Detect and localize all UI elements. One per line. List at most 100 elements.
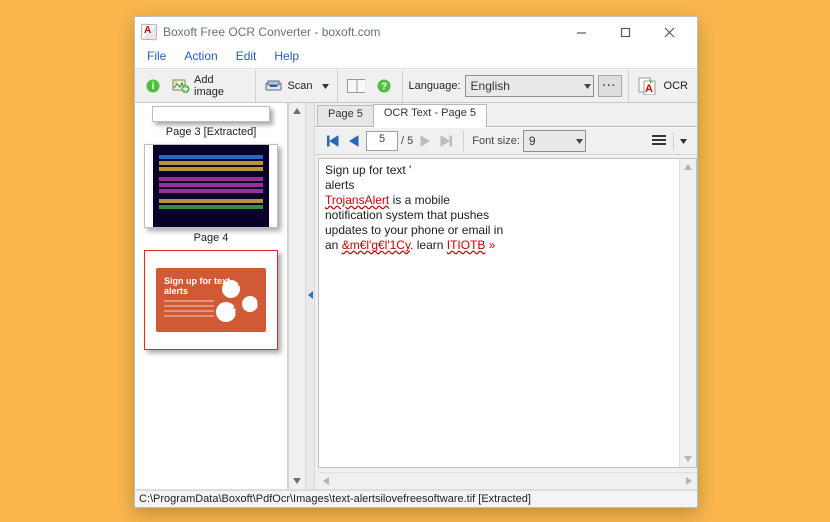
scroll-up-button[interactable]: [289, 103, 305, 119]
ocr-l6c: . learn: [410, 238, 447, 252]
menu-edit[interactable]: Edit: [228, 47, 265, 66]
panel-icon: [347, 77, 365, 95]
ocr-text-box: Sign up for text ' alerts TrojansAlert i…: [318, 158, 697, 468]
prev-icon: [349, 135, 359, 147]
maximize-button[interactable]: [603, 18, 647, 46]
toolbar-group-scan: Scan: [256, 70, 337, 102]
tab-ocr-text[interactable]: OCR Text - Page 5: [373, 104, 487, 127]
page-input[interactable]: 5: [366, 131, 398, 151]
tab-strip: Page 5 OCR Text - Page 5: [315, 103, 697, 127]
chevron-down-icon: [570, 135, 583, 147]
ocr-scrollbar[interactable]: [679, 159, 696, 467]
svg-text:?: ?: [380, 82, 386, 93]
minimize-button[interactable]: [559, 18, 603, 46]
ocr-l6b: &m€l'g€l'1Cy: [342, 238, 410, 252]
main-toolbar: i Add image: [135, 69, 697, 103]
align-icon: [652, 135, 666, 147]
prev-page-button[interactable]: [345, 132, 363, 150]
next-page-button[interactable]: [416, 132, 434, 150]
toolbar-group-image: i Add image: [135, 70, 256, 102]
thumbnail-list[interactable]: Page 3 [Extracted] Page 4 Sign up for te…: [135, 103, 287, 489]
scan-button[interactable]: Scan: [262, 74, 315, 98]
scanner-icon: [265, 77, 283, 95]
ocr-text-area[interactable]: Sign up for text ' alerts TrojansAlert i…: [319, 159, 679, 467]
tab-page[interactable]: Page 5: [317, 105, 374, 127]
help-button[interactable]: ?: [372, 74, 396, 98]
right-panel: Page 5 OCR Text - Page 5 5 / 5: [315, 103, 697, 489]
info-icon: i: [144, 77, 162, 95]
add-image-button[interactable]: Add image: [169, 74, 249, 98]
thumb-image: [152, 106, 270, 122]
app-window: Boxoft Free OCR Converter - boxoft.com F…: [134, 16, 698, 508]
scroll-left-button[interactable]: [318, 474, 334, 488]
thumb-page-4[interactable]: Page 4: [144, 144, 278, 244]
menu-help[interactable]: Help: [266, 47, 307, 66]
status-text: C:\ProgramData\Boxoft\PdfOcr\Images\text…: [139, 493, 531, 505]
ocr-l6e: »: [485, 238, 495, 252]
ocr-icon: A: [638, 77, 660, 95]
status-bar: C:\ProgramData\Boxoft\PdfOcr\Images\text…: [135, 489, 697, 507]
toolbar-group-ocr: A OCR: [629, 70, 697, 102]
svg-text:i: i: [152, 81, 155, 92]
info-button[interactable]: i: [141, 74, 165, 98]
add-image-label: Add image: [194, 74, 246, 98]
close-button[interactable]: [647, 18, 691, 46]
scroll-up-button[interactable]: [680, 159, 696, 175]
align-button[interactable]: [648, 131, 670, 151]
content-area: Page 3 [Extracted] Page 4 Sign up for te…: [135, 103, 697, 489]
toolbar-group-panels: ?: [338, 70, 403, 102]
app-icon: [141, 24, 157, 40]
panel-toggle-button[interactable]: [344, 74, 368, 98]
thumb5-line2: alerts: [164, 286, 188, 296]
last-page-button[interactable]: [437, 132, 455, 150]
scroll-down-button[interactable]: [680, 451, 696, 467]
menu-bar: File Action Edit Help: [135, 47, 697, 69]
scroll-down-button[interactable]: [289, 473, 305, 489]
menu-action[interactable]: Action: [176, 47, 225, 66]
align-dropdown[interactable]: [673, 132, 692, 150]
thumbnail-panel: Page 3 [Extracted] Page 4 Sign up for te…: [135, 103, 288, 489]
add-image-icon: [172, 77, 190, 95]
ocr-toolbar: 5 / 5 Font size: 9: [315, 127, 697, 155]
thumb-scrollbar[interactable]: [288, 103, 305, 489]
language-value: English: [471, 79, 510, 93]
svg-text:A: A: [645, 83, 653, 95]
chevron-down-icon: [322, 84, 329, 89]
thumb-page-5[interactable]: Sign up for text alerts “ ! ?: [144, 250, 278, 350]
first-icon: [327, 135, 339, 147]
language-browse-button[interactable]: ···: [598, 75, 622, 97]
toolbar-group-language: Language: English ···: [403, 70, 629, 102]
thumb-caption: Page 4: [144, 232, 278, 244]
font-size-value: 9: [529, 134, 536, 148]
page-total: / 5: [401, 135, 413, 147]
first-page-button[interactable]: [324, 132, 342, 150]
ocr-l4: notification system that pushes: [325, 208, 489, 222]
scan-dropdown[interactable]: [320, 84, 331, 89]
title-bar[interactable]: Boxoft Free OCR Converter - boxoft.com: [135, 17, 697, 47]
splitter[interactable]: [305, 103, 315, 489]
collapse-left-icon: [308, 291, 313, 302]
language-label: Language:: [409, 80, 461, 92]
font-size-combo[interactable]: 9: [523, 130, 586, 152]
thumb-page-3[interactable]: Page 3 [Extracted]: [144, 106, 278, 138]
minimize-icon: [576, 27, 587, 38]
thumb-image: Sign up for text alerts “ ! ?: [144, 250, 278, 350]
scroll-right-button[interactable]: [681, 474, 697, 488]
thumb-image: [144, 144, 278, 228]
ocr-l6d: ITIOTB: [447, 238, 486, 252]
menu-file[interactable]: File: [139, 47, 174, 66]
ocr-l1: Sign up for text ': [325, 163, 411, 177]
thumb5-line1: Sign up for text: [164, 276, 230, 286]
next-icon: [420, 135, 430, 147]
thumb-caption: Page 3 [Extracted]: [144, 126, 278, 138]
help-icon: ?: [375, 77, 393, 95]
language-combo[interactable]: English: [465, 75, 594, 97]
last-icon: [440, 135, 452, 147]
ocr-label: OCR: [664, 80, 688, 92]
ocr-l6a: an: [325, 238, 342, 252]
ocr-l5: updates to your phone or email in: [325, 223, 503, 237]
ocr-button[interactable]: A OCR: [635, 74, 691, 98]
ocr-hscrollbar[interactable]: [318, 472, 697, 489]
chevron-down-icon: [578, 80, 591, 92]
ocr-l2: alerts: [325, 178, 354, 192]
